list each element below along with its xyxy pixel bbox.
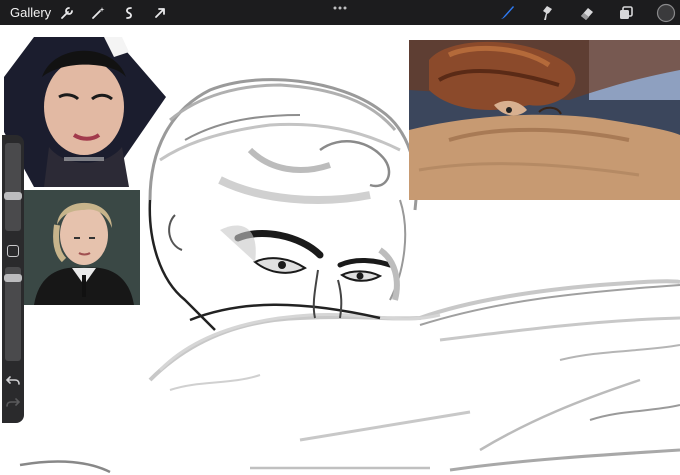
wrench-icon[interactable] — [57, 3, 77, 23]
layers-icon[interactable] — [616, 3, 636, 23]
brush-size-thumb[interactable] — [4, 192, 22, 200]
eraser-icon[interactable] — [577, 3, 597, 23]
top-toolbar: Gallery — [0, 0, 680, 25]
undo-icon[interactable] — [6, 375, 20, 387]
selection-icon[interactable] — [119, 3, 139, 23]
magic-wand-icon[interactable] — [88, 3, 108, 23]
modify-button[interactable] — [7, 245, 19, 257]
redo-icon[interactable] — [6, 397, 20, 409]
brush-icon[interactable] — [497, 3, 517, 23]
reference-image-portrait-2[interactable] — [24, 190, 140, 305]
smudge-icon[interactable] — [537, 3, 557, 23]
drawing-canvas[interactable] — [0, 25, 680, 475]
reference-image-painting[interactable] — [409, 40, 680, 200]
brush-size-slider[interactable] — [5, 143, 21, 231]
side-tool-panel — [2, 135, 24, 423]
more-options-icon[interactable] — [330, 2, 350, 14]
opacity-thumb[interactable] — [4, 274, 22, 282]
color-swatch[interactable] — [656, 3, 676, 23]
reference-image-portrait-1[interactable] — [4, 37, 166, 187]
transform-arrow-icon[interactable] — [150, 3, 170, 23]
gallery-button[interactable]: Gallery — [10, 5, 51, 20]
